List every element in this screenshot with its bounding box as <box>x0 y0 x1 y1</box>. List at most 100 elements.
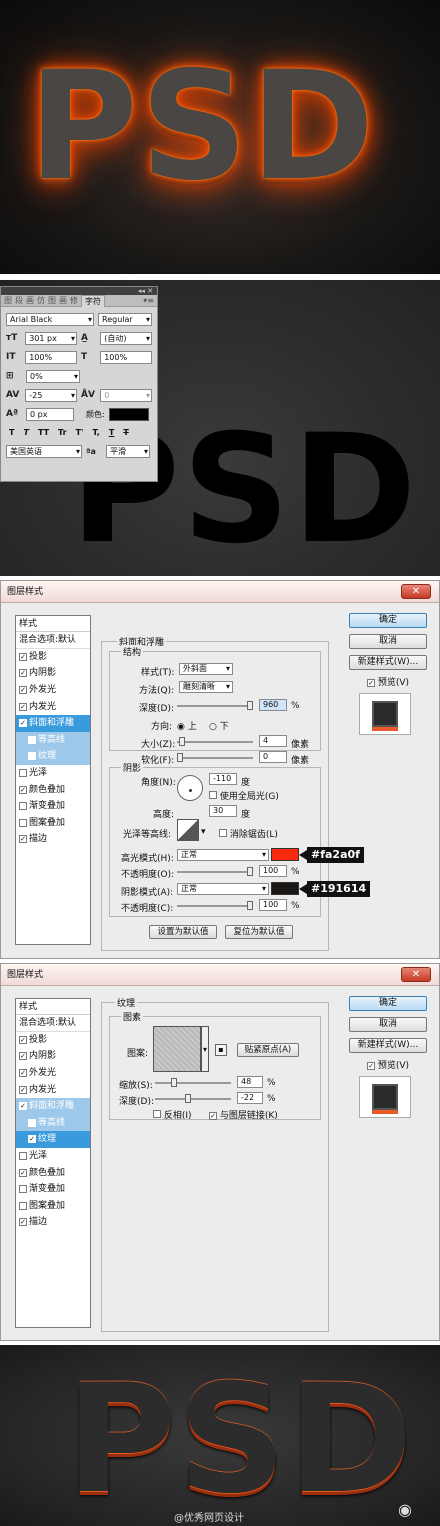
ok-button[interactable]: 确定 <box>349 613 427 628</box>
checkbox[interactable]: ✓ <box>367 1062 375 1070</box>
new-style-button[interactable]: 新建样式(W)... <box>349 655 427 670</box>
kerning-field[interactable]: -25 <box>25 388 77 402</box>
checkbox[interactable]: ✓ <box>19 835 27 844</box>
invert-checkbox[interactable]: 反相(I) <box>153 1108 192 1121</box>
depth-slider[interactable] <box>177 701 253 710</box>
style-item-gradient-overlay[interactable]: 渐变叠加 <box>16 1181 90 1198</box>
tab-2[interactable]: 段 <box>15 295 23 306</box>
style-item-satin[interactable]: 光泽 <box>16 765 90 782</box>
pattern-dropdown-icon[interactable]: ▾ <box>201 1026 209 1072</box>
style-item-outer-glow[interactable]: ✓ 外发光 <box>16 682 90 699</box>
checkbox[interactable] <box>28 752 36 761</box>
style-list-header[interactable]: 样式 <box>16 616 90 632</box>
slider-knob[interactable] <box>185 1094 191 1103</box>
style-item-contour[interactable]: 等高线 <box>16 731 90 749</box>
soften-field[interactable]: 0 <box>259 751 287 763</box>
faux-italic-button[interactable]: T <box>23 428 28 437</box>
horizontal-scale-field[interactable]: 100% <box>100 350 152 364</box>
style-item-inner-glow[interactable]: ✓ 内发光 <box>16 1081 90 1098</box>
tab-7[interactable]: 修 <box>70 295 78 306</box>
underline-button[interactable]: T <box>109 428 114 437</box>
strikethrough-button[interactable]: T <box>123 428 128 437</box>
tab-paragraph[interactable]: 图 <box>4 295 12 306</box>
baseline-shift-field[interactable]: 0 px <box>26 407 74 421</box>
highlight-opacity-field[interactable]: 100 <box>259 865 287 877</box>
slider-knob[interactable] <box>177 753 183 762</box>
superscript-button[interactable]: T' <box>76 428 84 437</box>
new-style-button[interactable]: 新建样式(W)... <box>349 1038 427 1053</box>
style-item-drop-shadow[interactable]: ✓ 投影 <box>16 1032 90 1049</box>
tab-5[interactable]: 图 <box>48 295 56 306</box>
tsume-field[interactable]: 0% <box>26 369 80 383</box>
tracking-field[interactable]: 0 <box>100 388 152 402</box>
make-default-button[interactable]: 设置为默认值 <box>149 925 217 939</box>
tab-3[interactable]: 画 <box>26 295 34 306</box>
altitude-field[interactable]: 30 <box>209 805 237 817</box>
font-family-select[interactable]: Arial Black <box>6 312 94 326</box>
panel-menu-icon[interactable]: ▾≡ <box>143 296 157 305</box>
close-button[interactable]: ✕ <box>401 967 431 982</box>
style-list-header[interactable]: 样式 <box>16 999 90 1015</box>
all-caps-button[interactable]: TT <box>38 428 49 437</box>
style-item-contour[interactable]: 等高线 <box>16 1114 90 1132</box>
style-item-outer-glow[interactable]: ✓ 外发光 <box>16 1065 90 1082</box>
contour-dropdown-icon[interactable]: ▾ <box>201 827 206 837</box>
style-item-bevel-emboss[interactable]: ✓ 斜面和浮雕 <box>16 714 90 732</box>
reset-default-button[interactable]: 复位为默认值 <box>225 925 293 939</box>
tab-6[interactable]: 画 <box>59 295 67 306</box>
checkbox[interactable]: ✓ <box>19 1102 27 1111</box>
font-style-select[interactable]: Regular <box>98 312 152 326</box>
checkbox[interactable]: ✓ <box>28 1135 36 1144</box>
cancel-button[interactable]: 取消 <box>349 1017 427 1032</box>
checkbox[interactable] <box>19 1201 27 1210</box>
ok-button[interactable]: 确定 <box>349 996 427 1011</box>
style-item-color-overlay[interactable]: ✓ 颜色叠加 <box>16 1164 90 1181</box>
angle-dial[interactable] <box>177 775 203 801</box>
checkbox[interactable]: ✓ <box>19 1052 27 1061</box>
checkbox[interactable]: ✓ <box>19 652 27 661</box>
highlight-color-swatch[interactable] <box>271 848 299 861</box>
soften-slider[interactable] <box>177 753 253 762</box>
style-item-gradient-overlay[interactable]: 渐变叠加 <box>16 798 90 815</box>
checkbox[interactable] <box>219 829 227 837</box>
scale-slider[interactable] <box>155 1078 231 1087</box>
style-item-satin[interactable]: 光泽 <box>16 1148 90 1165</box>
direction-down-radio[interactable]: ○ 下 <box>209 719 229 732</box>
checkbox[interactable]: ✓ <box>19 719 27 728</box>
checkbox[interactable]: ✓ <box>19 1218 27 1227</box>
style-item-inner-shadow[interactable]: ✓ 内阴影 <box>16 665 90 682</box>
leading-field[interactable]: (自动) <box>100 331 152 345</box>
scale-field[interactable]: 48 <box>237 1076 263 1088</box>
slider-knob[interactable] <box>247 701 253 710</box>
antialias-checkbox[interactable]: 消除锯齿(L) <box>219 827 278 840</box>
close-button[interactable]: ✕ <box>401 584 431 599</box>
slider-knob[interactable] <box>247 901 253 910</box>
checkbox[interactable]: ✓ <box>209 1112 217 1120</box>
depth-slider[interactable] <box>155 1094 231 1103</box>
preview-checkbox[interactable]: ✓ 预览(V) <box>367 1058 409 1071</box>
slider-knob[interactable] <box>179 737 185 746</box>
checkbox[interactable]: ✓ <box>367 679 375 687</box>
direction-up-radio[interactable]: ◉ 上 <box>177 719 197 732</box>
checkbox[interactable]: ✓ <box>19 1035 27 1044</box>
shadow-opacity-field[interactable]: 100 <box>259 899 287 911</box>
checkbox[interactable] <box>19 1185 27 1194</box>
bevel-style-select[interactable]: 外斜面 <box>179 663 233 675</box>
blending-options-item[interactable]: 混合选项:默认 <box>16 632 90 649</box>
panel-collapse-bar[interactable]: ◂◂ ✕ <box>1 287 157 295</box>
checkbox[interactable]: ✓ <box>19 1085 27 1094</box>
faux-bold-button[interactable]: T <box>9 428 14 437</box>
shadow-opacity-slider[interactable] <box>177 901 253 910</box>
vertical-scale-field[interactable]: 100% <box>25 350 77 364</box>
style-item-inner-glow[interactable]: ✓ 内发光 <box>16 698 90 715</box>
slider-knob[interactable] <box>247 867 253 876</box>
snap-to-origin-button[interactable]: 贴紧原点(A) <box>237 1043 299 1057</box>
highlight-mode-select[interactable]: 正常 <box>177 849 269 861</box>
new-preset-icon[interactable]: ▪ <box>215 1044 227 1056</box>
gloss-contour-picker[interactable] <box>177 819 199 841</box>
checkbox[interactable]: ✓ <box>19 1069 27 1078</box>
checkbox[interactable]: ✓ <box>19 702 27 711</box>
style-item-stroke[interactable]: ✓ 描边 <box>16 1214 90 1231</box>
style-item-bevel-emboss[interactable]: ✓ 斜面和浮雕 <box>16 1097 90 1115</box>
checkbox[interactable] <box>19 802 27 811</box>
